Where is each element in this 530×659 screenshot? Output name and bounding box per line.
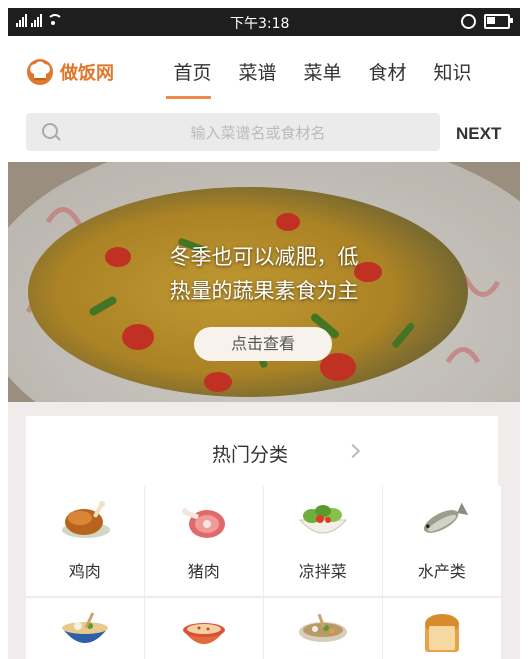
app-header: 做饭网 首页 菜谱 菜单 食材 知识 xyxy=(8,36,520,108)
fish-icon xyxy=(423,502,469,533)
promo-banner[interactable]: 冬季也可以减肥，低 热量的蔬果素食为主 点击查看 xyxy=(8,162,520,402)
banner-line-1: 冬季也可以减肥，低 xyxy=(169,245,359,269)
battery-icon xyxy=(484,14,513,29)
category-label: 鸡肉 xyxy=(68,562,101,581)
chef-hat-icon xyxy=(24,58,56,86)
nav-item-recipes[interactable]: 菜谱 xyxy=(225,58,290,95)
nav-item-home[interactable]: 首页 xyxy=(160,58,225,99)
logo-text: 做饭网 xyxy=(60,63,114,84)
categories-section: 热门分类 鸡肉 猪肉 凉拌菜 水产类 xyxy=(8,402,520,659)
category-label: 凉拌菜 xyxy=(298,562,347,581)
rice-bowl-icon xyxy=(183,622,225,644)
bread-icon xyxy=(425,613,459,652)
hot-categories-title: 热门分类 xyxy=(212,444,289,466)
category-chicken[interactable]: 鸡肉 xyxy=(26,486,144,596)
noodle-bowl-icon xyxy=(62,611,108,643)
wifi-icon xyxy=(46,14,63,26)
category-label: 水产类 xyxy=(417,562,466,581)
nav-item-knowledge[interactable]: 知识 xyxy=(420,58,485,95)
banner-headline: 冬季也可以减肥，低 热量的蔬果素食为主 xyxy=(8,240,520,308)
nav-item-ingredients[interactable]: 食材 xyxy=(355,58,420,95)
next-button[interactable]: NEXT xyxy=(456,124,501,144)
status-icons-right xyxy=(461,14,513,29)
chevron-right-icon xyxy=(345,443,361,459)
alarm-icon xyxy=(461,14,476,29)
category-noodles[interactable] xyxy=(26,597,144,659)
category-pork[interactable]: 猪肉 xyxy=(145,486,263,596)
banner-line-2: 热量的蔬果素食为主 xyxy=(169,279,359,303)
signal-2-icon xyxy=(31,13,42,27)
main-nav: 首页 菜谱 菜单 食材 知识 xyxy=(160,58,485,99)
search-box[interactable] xyxy=(26,113,440,153)
salad-icon xyxy=(298,505,348,534)
status-bar: 下午3:18 xyxy=(8,8,520,36)
hotpot-icon xyxy=(299,613,347,642)
logo[interactable]: 做饭网 xyxy=(24,58,114,86)
roast-chicken-icon xyxy=(62,501,110,538)
nav-item-menus[interactable]: 菜单 xyxy=(290,58,355,95)
app-frame: 下午3:18 做饭网 首页 菜谱 菜单 食材 知识 输入菜谱名或食材名 NEXT… xyxy=(8,8,520,659)
search-input[interactable] xyxy=(86,113,430,153)
category-rice[interactable] xyxy=(145,597,263,659)
search-row: NEXT xyxy=(8,108,520,158)
hot-categories-header[interactable]: 热门分类 xyxy=(26,416,498,486)
signal-icon xyxy=(16,13,27,27)
category-hotpot[interactable] xyxy=(264,597,382,659)
status-time: 下午3:18 xyxy=(230,16,290,32)
view-button[interactable]: 点击查看 xyxy=(194,327,332,361)
category-label: 猪肉 xyxy=(187,562,220,581)
category-seafood[interactable]: 水产类 xyxy=(383,486,501,596)
category-grid: 鸡肉 猪肉 凉拌菜 水产类 xyxy=(26,486,501,659)
category-bread[interactable] xyxy=(383,597,501,659)
status-icons-left xyxy=(16,13,63,27)
category-cold-dish[interactable]: 凉拌菜 xyxy=(264,486,382,596)
search-icon xyxy=(42,123,58,139)
pork-icon xyxy=(182,508,225,538)
